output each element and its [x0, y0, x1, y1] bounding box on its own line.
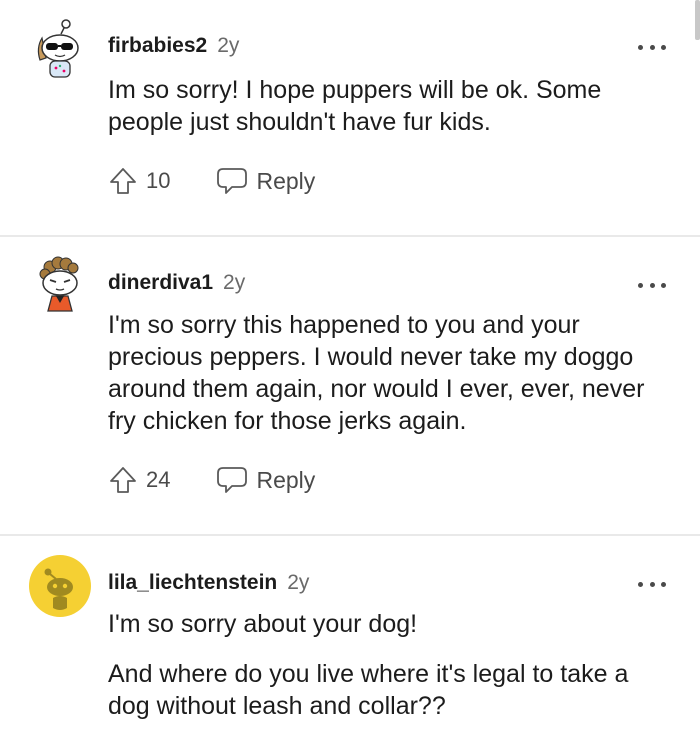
more-dot-icon: [638, 44, 643, 50]
snoo-default-yellow-avatar-icon: [29, 555, 91, 617]
comment-text: I'm so sorry this happened to you and yo…: [108, 311, 645, 435]
username[interactable]: lila_liechtenstein: [108, 571, 277, 595]
comment-text: And where do you live where it's legal t…: [108, 660, 629, 720]
comment-age: 2y: [217, 34, 240, 57]
username[interactable]: firbabies2: [108, 34, 207, 58]
snoo-sunglasses-avatar-icon: [37, 19, 79, 78]
upvote-arrow-icon: [110, 168, 136, 194]
vote-count: 10: [146, 168, 171, 193]
comment-text: I'm so sorry about your dog!: [108, 610, 418, 638]
comment-text: Im so sorry! I hope puppers will be ok. …: [108, 76, 602, 136]
more-dot-icon: [649, 282, 655, 288]
comment-header: lila_liechtenstein 2y: [108, 571, 309, 595]
more-options-button[interactable]: [638, 42, 666, 52]
reply-button[interactable]: Reply: [216, 465, 315, 495]
user-avatar[interactable]: [28, 18, 92, 82]
comment-age: 2y: [223, 271, 246, 294]
comment: lila_liechtenstein 2y I'm so sorry about…: [0, 536, 700, 743]
more-dot-icon: [638, 581, 643, 587]
reply-bubble-icon: [217, 467, 248, 493]
more-options-button[interactable]: [638, 579, 666, 589]
comment-body: I'm so sorry this happened to you and yo…: [108, 309, 676, 437]
comment-body: I'm so sorry about your dog! And where d…: [108, 608, 676, 722]
more-dot-icon: [649, 44, 655, 50]
comment-header: dinerdiva1 2y: [108, 271, 245, 295]
user-avatar[interactable]: [28, 554, 92, 618]
more-options-button[interactable]: [638, 280, 666, 290]
comment: dinerdiva1 2y I'm so sorry this happened…: [0, 237, 700, 535]
vote-count: 24: [146, 467, 171, 492]
comment-actions: 10 Reply: [108, 161, 315, 201]
more-dot-icon: [649, 581, 655, 587]
more-dot-icon: [661, 282, 666, 288]
upvote-arrow-icon: [110, 467, 136, 493]
more-dot-icon: [638, 282, 643, 288]
reply-label: Reply: [256, 167, 316, 194]
more-dot-icon: [661, 581, 666, 587]
more-dot-icon: [661, 44, 666, 50]
comment: firbabies2 2y Im so sorry! I hope pupper…: [0, 0, 700, 236]
upvote-button[interactable]: 10: [108, 166, 170, 196]
user-avatar[interactable]: [28, 253, 92, 317]
upvote-button[interactable]: 24: [108, 465, 170, 495]
reply-bubble-icon: [217, 168, 248, 194]
comment-actions: 24 Reply: [108, 460, 315, 500]
comment-header: firbabies2 2y: [108, 34, 239, 58]
comment-body: Im so sorry! I hope puppers will be ok. …: [108, 74, 676, 138]
username[interactable]: dinerdiva1: [108, 271, 213, 295]
snoo-curly-hair-avatar-icon: [39, 256, 79, 312]
reply-button[interactable]: Reply: [216, 166, 315, 196]
comment-age: 2y: [287, 571, 310, 594]
reply-label: Reply: [256, 466, 316, 493]
